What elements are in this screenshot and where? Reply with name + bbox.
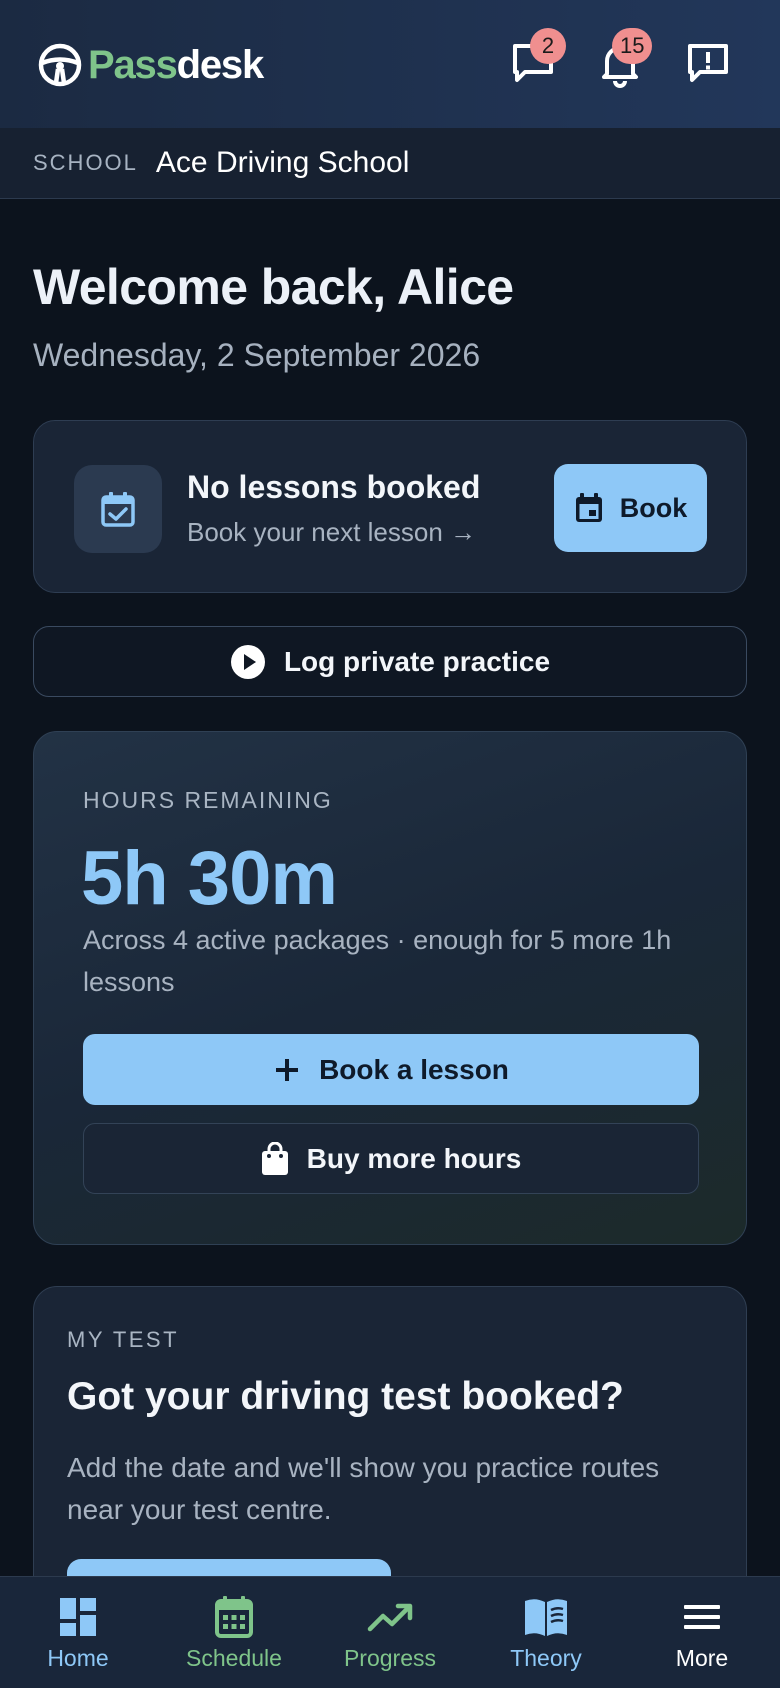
plus-icon (276, 1058, 299, 1081)
nav-home[interactable]: Home (0, 1577, 156, 1688)
nav-home-label: Home (47, 1645, 109, 1671)
bottom-navigation: Home Schedule Progress Theory More (0, 1576, 780, 1688)
my-test-label: MY TEST (67, 1327, 180, 1352)
school-name: Ace Driving School (155, 146, 410, 179)
nav-theory[interactable]: Theory (468, 1577, 624, 1688)
nav-more[interactable]: More (624, 1577, 780, 1688)
current-date: Wednesday, 2 September 2026 (33, 337, 481, 373)
app-header: Passdesk 2 15 (0, 0, 780, 128)
my-test-description: Add the date and we'll show you practice… (67, 1452, 660, 1525)
book-button-label: Book (619, 492, 688, 523)
calendar-icon (575, 493, 602, 522)
calendar-icon (210, 1595, 258, 1639)
hours-remaining-value: 5h 30m (81, 836, 338, 921)
trending-up-icon (366, 1595, 414, 1639)
notifications-badge: 15 (612, 28, 653, 64)
messages-badge: 2 (530, 28, 566, 64)
steering-wheel-icon (38, 43, 82, 87)
nav-schedule-label: Schedule (186, 1645, 282, 1671)
feedback-button[interactable] (683, 38, 733, 88)
next-lesson-icon-box (74, 465, 162, 553)
calendar-check-icon (101, 492, 135, 527)
log-private-practice-label: Log private practice (283, 645, 551, 677)
buy-more-hours-label: Buy more hours (306, 1142, 522, 1174)
app-logo[interactable]: Passdesk (38, 42, 265, 88)
feedback-icon (688, 44, 728, 82)
shopping-bag-icon (261, 1141, 288, 1175)
app-name: Passdesk (88, 42, 265, 88)
grid-icon (54, 1595, 102, 1639)
hours-remaining-description: Across 4 active packages · enough for 5 … (83, 925, 672, 997)
hours-remaining-label: HOURS REMAINING (83, 787, 333, 813)
log-private-practice-button[interactable]: Log private practice (33, 626, 747, 697)
notifications-button[interactable]: 15 (595, 28, 653, 88)
my-test-title: Got your driving test booked? (67, 1375, 624, 1418)
welcome-title: Welcome back, Alice (33, 259, 514, 315)
book-a-lesson-label: Book a lesson (319, 1053, 509, 1085)
brand-name-part1: Pass (88, 43, 178, 87)
hours-remaining-card: HOURS REMAINING 5h 30m Across 4 active p… (33, 731, 747, 1245)
menu-icon (678, 1595, 726, 1639)
nav-schedule[interactable]: Schedule (156, 1577, 312, 1688)
nav-progress-label: Progress (343, 1645, 437, 1671)
nav-progress[interactable]: Progress (312, 1577, 468, 1688)
buy-more-hours-button[interactable]: Buy more hours (83, 1123, 699, 1194)
nav-theory-label: Theory (510, 1645, 582, 1671)
next-lesson-link[interactable]: Book your next lesson → (187, 515, 476, 549)
messages-button[interactable]: 2 (508, 28, 566, 88)
book-a-lesson-button[interactable]: Book a lesson (83, 1034, 699, 1105)
nav-more-label: More (675, 1645, 729, 1671)
next-lesson-title: No lessons booked (187, 469, 481, 505)
book-icon (522, 1595, 570, 1639)
book-button[interactable]: Book (554, 464, 707, 552)
play-circle-icon (230, 644, 265, 679)
next-lesson-card[interactable]: No lessons booked Book your next lesson … (33, 420, 747, 593)
school-label: SCHOOL (33, 150, 138, 175)
school-bar[interactable]: SCHOOL Ace Driving School (0, 128, 780, 199)
brand-name-part2: desk (176, 43, 265, 87)
